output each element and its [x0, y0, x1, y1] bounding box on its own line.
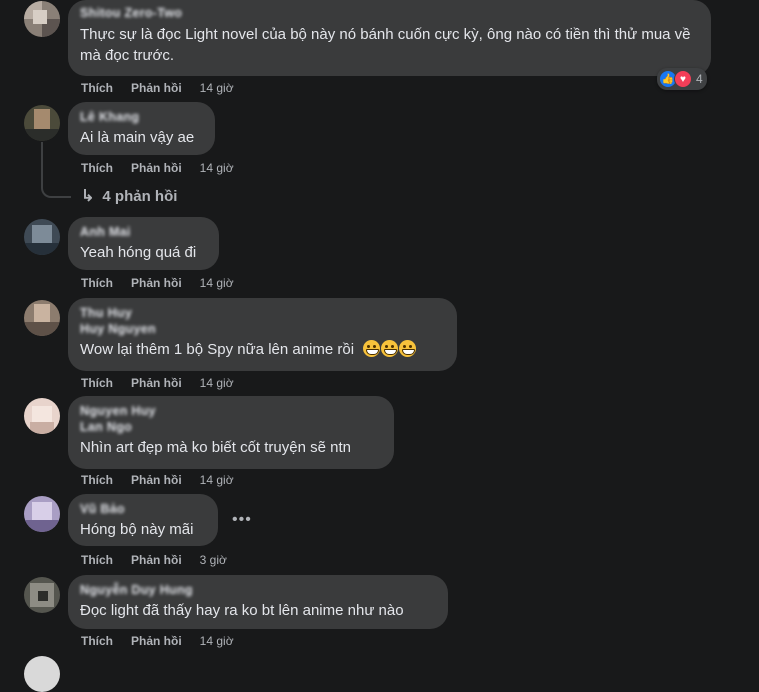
like-button[interactable]: Thích: [81, 473, 113, 487]
grinning-emoji-icon: [363, 340, 381, 357]
like-button[interactable]: Thích: [81, 553, 113, 567]
reply-button[interactable]: Phản hồi: [131, 634, 182, 648]
avatar[interactable]: [24, 105, 60, 141]
comment-time[interactable]: 14 giờ: [200, 81, 234, 95]
comment-bubble: Shitou Zero-Two Thực sự là đọc Light nov…: [68, 0, 711, 76]
comment-actions: Thích Phản hồi 14 giờ: [81, 81, 234, 95]
more-options-icon[interactable]: •••: [232, 511, 252, 529]
comment-author[interactable]: Nguyen Huy: [80, 404, 382, 419]
reply-button[interactable]: Phản hồi: [131, 473, 182, 487]
reaction-count: 4: [696, 72, 703, 86]
comment-text: Nhìn art đẹp mà ko biết cốt truyện sẽ nt…: [80, 439, 351, 456]
thread-connector: [41, 142, 71, 198]
comment-actions: Thích Phản hồi 14 giờ: [81, 161, 234, 175]
reaction-summary[interactable]: 👍 ♥ 4: [657, 68, 707, 90]
avatar[interactable]: [24, 219, 60, 255]
avatar[interactable]: [24, 398, 60, 434]
comment-bubble: Lê Khang Ai là main vậy ae: [68, 102, 215, 155]
comment-bubble: Vũ Bảo Hóng bộ này mãi: [68, 494, 218, 546]
comment-text: Ai là main vậy ae: [80, 129, 195, 146]
comment-author[interactable]: Shitou Zero-Two: [80, 6, 699, 21]
comment-text-content: Wow lại thêm 1 bộ Spy nữa lên anime rồi: [80, 341, 355, 358]
comment-actions: Thích Phản hồi 3 giờ: [81, 553, 227, 567]
comment-time[interactable]: 14 giờ: [200, 376, 234, 390]
avatar[interactable]: [24, 656, 60, 692]
comment-author-secondary: Huy Nguyen: [80, 322, 156, 336]
comment-bubble: Thu Huy Huy Nguyen Wow lại thêm 1 bộ Spy…: [68, 298, 457, 371]
love-icon: ♥: [674, 70, 692, 88]
reply-button[interactable]: Phản hồi: [131, 276, 182, 290]
reply-button[interactable]: Phản hồi: [131, 161, 182, 175]
comment-time[interactable]: 14 giờ: [200, 276, 234, 290]
like-button[interactable]: Thích: [81, 634, 113, 648]
comment-author[interactable]: Anh Mai: [80, 225, 207, 240]
comment-text: Thực sự là đọc Light novel của bộ này nó…: [80, 26, 691, 64]
avatar[interactable]: [24, 1, 60, 37]
view-replies-link[interactable]: ↳ 4 phản hồi: [81, 186, 177, 206]
reply-button[interactable]: Phản hồi: [131, 553, 182, 567]
comment-bubble: Nguyễn Duy Hung Đọc light đã thấy hay ra…: [68, 575, 448, 629]
avatar[interactable]: [24, 300, 60, 336]
comment-bubble: Nguyen Huy Lan Ngo Nhìn art đẹp mà ko bi…: [68, 396, 394, 469]
like-button[interactable]: Thích: [81, 376, 113, 390]
comment-bubble: Anh Mai Yeah hóng quá đi: [68, 217, 219, 270]
reply-button[interactable]: Phản hồi: [131, 376, 182, 390]
comment-author-secondary: Lan Ngo: [80, 420, 133, 434]
reply-arrow-icon: ↳: [81, 188, 95, 205]
comment-author[interactable]: Nguyễn Duy Hung: [80, 583, 436, 598]
comment-time[interactable]: 14 giờ: [200, 473, 234, 487]
comment-actions: Thích Phản hồi 14 giờ: [81, 376, 234, 390]
grinning-emoji-icon: [381, 340, 399, 357]
avatar[interactable]: [24, 496, 60, 532]
like-button[interactable]: Thích: [81, 276, 113, 290]
comment-author[interactable]: Lê Khang: [80, 110, 203, 125]
comment-actions: Thích Phản hồi 14 giờ: [81, 634, 234, 648]
comment-time[interactable]: 3 giờ: [200, 553, 227, 567]
comment-time[interactable]: 14 giờ: [200, 634, 234, 648]
comment-actions: Thích Phản hồi 14 giờ: [81, 473, 234, 487]
comment-actions: Thích Phản hồi 14 giờ: [81, 276, 234, 290]
avatar[interactable]: [24, 577, 60, 613]
grinning-emoji-icon: [399, 340, 417, 357]
like-button[interactable]: Thích: [81, 161, 113, 175]
replies-count: 4 phản hồi: [102, 187, 178, 205]
comment-author[interactable]: Vũ Bảo: [80, 502, 206, 517]
reply-button[interactable]: Phản hồi: [131, 81, 182, 95]
comment-text: Hóng bộ này mãi: [80, 521, 194, 538]
comment-text: Wow lại thêm 1 bộ Spy nữa lên anime rồi: [80, 339, 445, 360]
comment-author[interactable]: Thu Huy: [80, 306, 445, 321]
comment-text: Yeah hóng quá đi: [80, 244, 197, 261]
comment-time[interactable]: 14 giờ: [200, 161, 234, 175]
comment-text: Đọc light đã thấy hay ra ko bt lên anime…: [80, 602, 404, 619]
like-button[interactable]: Thích: [81, 81, 113, 95]
